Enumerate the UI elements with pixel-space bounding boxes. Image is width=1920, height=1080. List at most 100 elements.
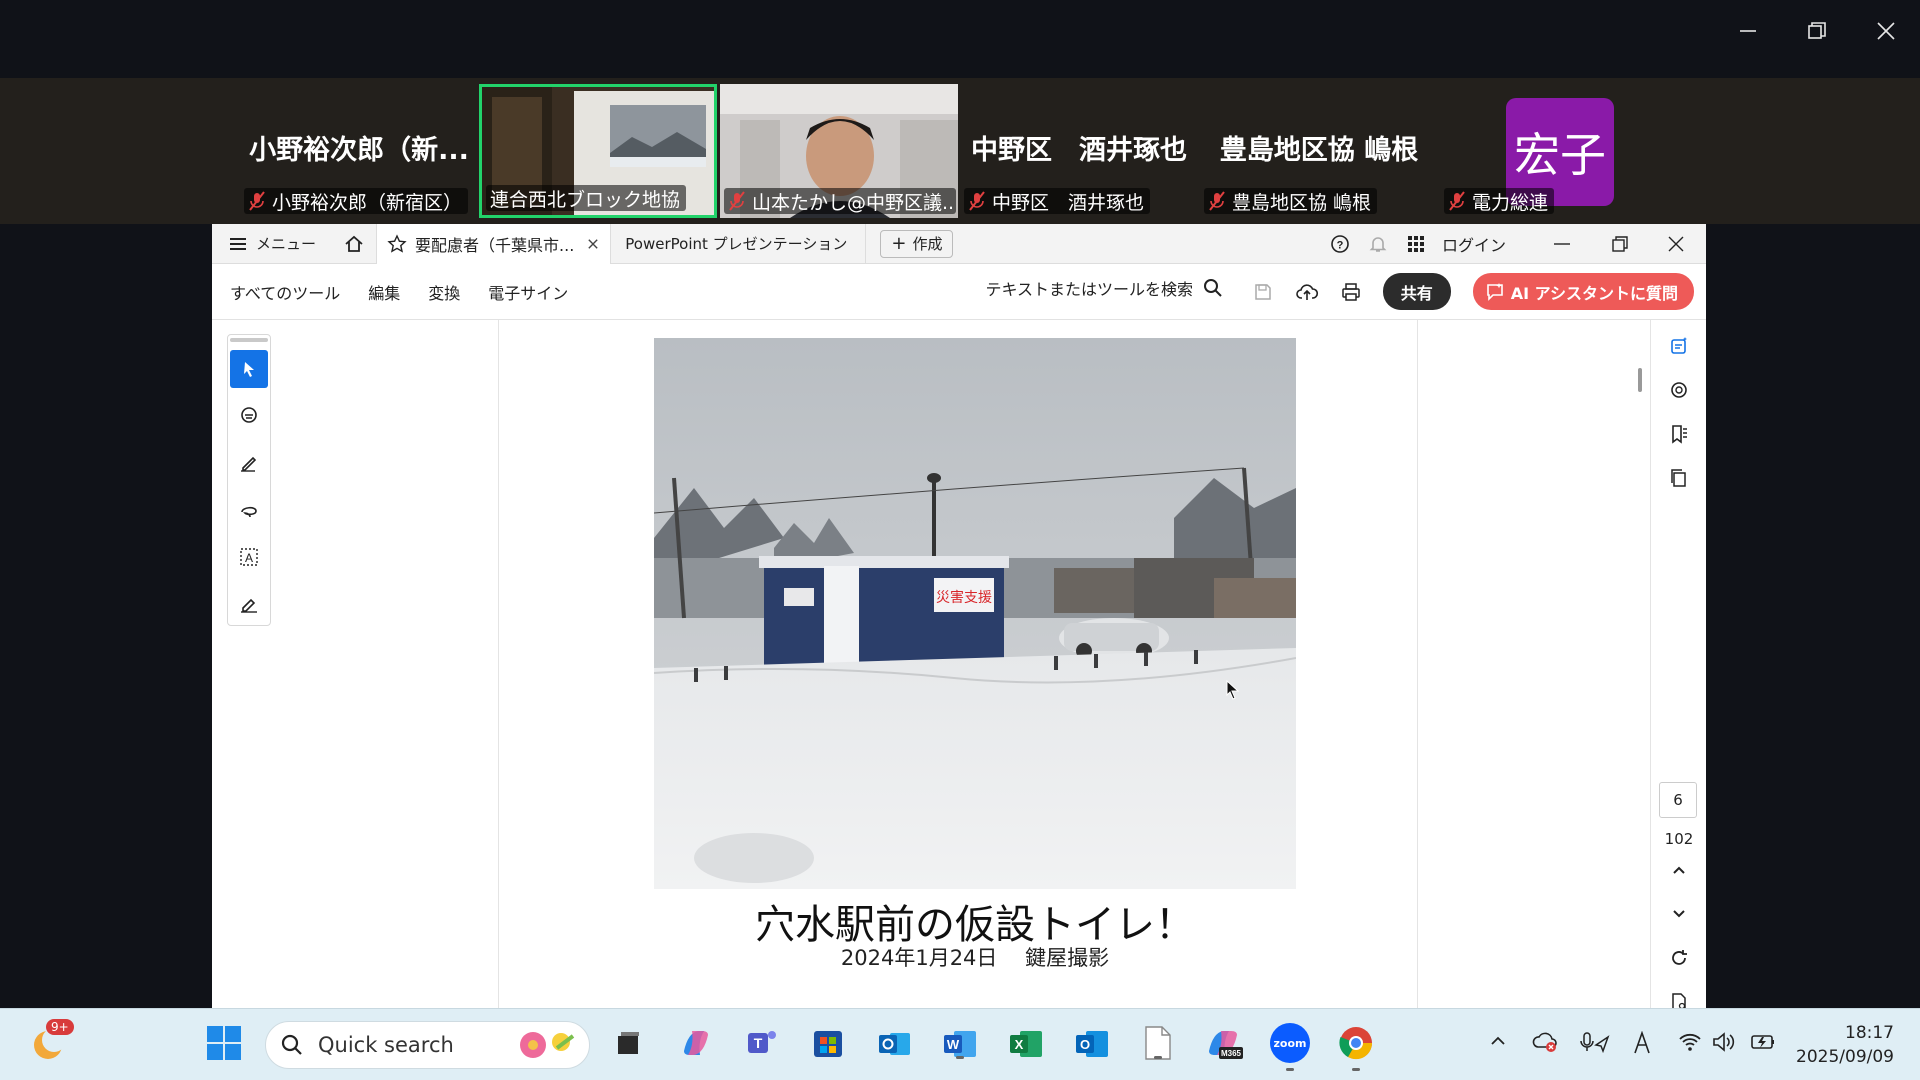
onedrive-error-icon[interactable] — [1532, 1031, 1558, 1053]
flowers-highlight-icon — [520, 1032, 575, 1058]
window-restore-icon[interactable] — [1610, 234, 1630, 254]
teams-icon: T — [748, 1031, 776, 1053]
tab-document-2[interactable]: PowerPoint プレゼンテーション — [611, 223, 867, 264]
window-close-icon[interactable] — [1666, 234, 1686, 254]
battery-charging-icon[interactable] — [1750, 1031, 1776, 1053]
close-icon — [1876, 22, 1895, 40]
file-button[interactable] — [1138, 1023, 1178, 1063]
scrollbar-thumb[interactable] — [1638, 368, 1642, 392]
menu-button[interactable]: メニュー — [212, 224, 326, 264]
login-button[interactable]: ログイン — [1442, 232, 1506, 256]
task-view-button[interactable] — [608, 1023, 648, 1063]
minimize-icon — [1739, 30, 1756, 32]
mic-location-icon[interactable] — [1580, 1031, 1610, 1055]
copilot-button[interactable] — [676, 1023, 716, 1063]
volume-icon[interactable] — [1712, 1031, 1736, 1053]
booth-sign: 災害支援 — [936, 590, 992, 606]
participant-tile-active-speaker[interactable]: 連合西北ブロック地協 — [479, 84, 717, 218]
prev-page-button[interactable] — [1651, 848, 1707, 892]
esign-menu[interactable]: 電子サイン — [488, 280, 568, 304]
pages-button[interactable] — [1651, 456, 1707, 500]
outlook-new-button[interactable] — [874, 1023, 914, 1063]
close-button[interactable] — [1851, 0, 1920, 62]
excel-icon: X — [1010, 1031, 1042, 1057]
ai-summary-button[interactable] — [1651, 324, 1707, 368]
chevron-up-icon[interactable] — [1488, 1031, 1508, 1051]
participant-tile[interactable]: 豊島地区協 嶋根 豊島地区協 嶋根 — [1200, 84, 1438, 218]
start-button[interactable] — [206, 1025, 242, 1065]
page-number-input[interactable]: 6 — [1659, 782, 1697, 818]
restore-button[interactable] — [1782, 0, 1851, 62]
highlight-tool[interactable] — [230, 444, 268, 482]
draw-tool[interactable] — [230, 491, 268, 529]
participant-tile[interactable]: 中野区 酒井琢也 中野区 酒井琢也 — [960, 84, 1198, 218]
tab-document-1[interactable]: 要配慮者（千葉県市... — [376, 223, 612, 264]
taskbar: 9+ Quick search T W X O M365 zoom 18:17 … — [0, 1008, 1920, 1080]
plus-icon: + — [891, 233, 907, 254]
m365-label: M365 — [1221, 1049, 1242, 1058]
svg-text:W: W — [947, 1037, 960, 1052]
zoom-app-button[interactable]: zoom — [1270, 1023, 1310, 1071]
participant-tile[interactable]: 山本たかし@中野区議... — [720, 84, 958, 218]
ai-assistant-button[interactable]: AI アシスタントに質問 — [1472, 273, 1694, 310]
save-icon[interactable] — [1253, 282, 1273, 302]
home-icon — [345, 235, 363, 252]
text-tool[interactable]: A — [230, 538, 268, 576]
convert-menu[interactable]: 変換 — [428, 280, 460, 304]
bell-icon — [1369, 237, 1387, 252]
ime-icon[interactable] — [1632, 1031, 1652, 1055]
next-page-button[interactable] — [1651, 892, 1707, 936]
chrome-button[interactable] — [1336, 1023, 1376, 1071]
edit-menu[interactable]: 編集 — [368, 280, 400, 304]
select-tool[interactable] — [230, 350, 268, 388]
widgets-button[interactable]: 9+ — [28, 1019, 74, 1063]
notification-badge: 9+ — [46, 1019, 74, 1035]
clock-time: 18:17 — [1845, 1023, 1894, 1043]
excel-button[interactable]: X — [1006, 1023, 1046, 1063]
window-minimize-icon[interactable] — [1552, 234, 1572, 254]
all-tools-menu[interactable]: すべてのツール — [230, 280, 340, 304]
windows-logo-icon — [207, 1026, 241, 1060]
rotate-button[interactable] — [1651, 936, 1707, 980]
tab-bar-right: ? ログイン — [1330, 224, 1706, 264]
participant-name-tag: 中野区 酒井琢也 — [964, 188, 1151, 214]
store-icon — [814, 1031, 842, 1057]
comment-tool[interactable] — [230, 397, 268, 435]
print-icon[interactable] — [1341, 282, 1361, 302]
participant-name-large: 中野区 酒井琢也 — [971, 135, 1187, 166]
teams-button[interactable]: T — [742, 1023, 782, 1063]
participant-name-tag: 小野裕次郎（新宿区） — [244, 188, 469, 214]
svg-text:T: T — [754, 1035, 763, 1051]
m365-button[interactable]: M365 — [1204, 1023, 1244, 1063]
taskbar-search[interactable]: Quick search — [265, 1021, 590, 1069]
comments-button[interactable] — [1651, 368, 1707, 412]
outlook-button[interactable]: O — [1072, 1023, 1112, 1063]
bookmarks-button[interactable] — [1651, 412, 1707, 456]
store-button[interactable] — [808, 1023, 848, 1063]
participant-name-tag: 連合西北ブロック地協 — [486, 185, 687, 211]
divider — [498, 320, 499, 1008]
svg-text:?: ? — [1337, 240, 1344, 252]
refresh-icon — [1672, 950, 1687, 965]
sign-tool[interactable] — [230, 585, 268, 623]
restore-icon — [1807, 22, 1826, 39]
panel-grip[interactable] — [230, 338, 268, 342]
participant-tile[interactable]: 宏子 電力総連 — [1440, 84, 1678, 218]
cursor-icon — [244, 362, 254, 377]
tool-search[interactable]: テキストまたはツールを検索 — [985, 276, 1223, 300]
bookmark-icon — [1672, 425, 1687, 444]
participant-tile[interactable]: 小野裕次郎（新... 小野裕次郎（新宿区） — [240, 84, 478, 218]
chrome-icon — [1339, 1027, 1373, 1060]
word-button[interactable]: W — [940, 1023, 980, 1063]
wifi-icon[interactable] — [1678, 1031, 1702, 1053]
slide-photo: 災害支援 — [654, 338, 1296, 889]
system-clock[interactable]: 18:17 2025/09/09 — [1796, 1021, 1894, 1069]
cloud-upload-icon[interactable] — [1295, 282, 1319, 302]
share-button[interactable]: 共有 — [1382, 273, 1451, 310]
running-indicator — [1286, 1068, 1294, 1071]
search-icon — [1204, 279, 1222, 297]
create-button[interactable]: + 作成 — [880, 229, 954, 258]
star-icon — [387, 233, 407, 253]
minimize-button[interactable] — [1713, 0, 1782, 62]
home-button[interactable] — [326, 224, 376, 264]
